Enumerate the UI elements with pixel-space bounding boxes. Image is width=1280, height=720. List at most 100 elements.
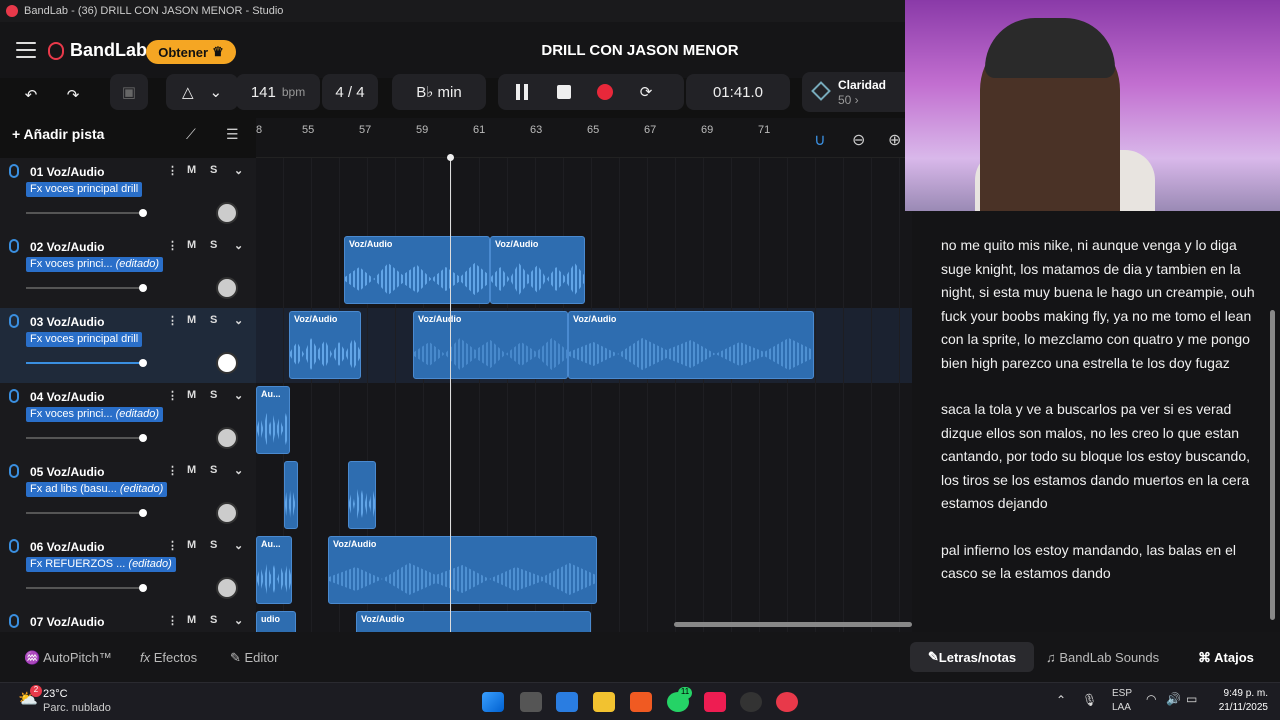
audio-clip[interactable]: Voz/Audio xyxy=(344,236,490,304)
efectos-button[interactable]: fx Efectos xyxy=(140,650,197,665)
fx-chip[interactable]: Fx voces principal drill xyxy=(26,332,143,347)
file-explorer-icon[interactable] xyxy=(593,692,615,712)
obtener-button[interactable]: Obtener ♛ xyxy=(146,40,236,64)
bandlab-taskbar-icon[interactable] xyxy=(776,692,798,712)
audio-clip[interactable]: Au... xyxy=(256,386,290,454)
playhead[interactable] xyxy=(447,154,454,632)
track-header[interactable]: 07 Voz/Audio ⋮ M S ⌄ xyxy=(0,608,256,632)
track-name[interactable]: 07 Voz/Audio xyxy=(30,615,104,629)
pan-knob[interactable] xyxy=(216,352,238,374)
audio-clip[interactable]: Voz/Audio xyxy=(356,611,591,632)
chevron-down-icon[interactable]: ⌄ xyxy=(234,539,243,552)
volume-slider[interactable] xyxy=(26,284,147,292)
keyboard-layout[interactable]: LAA xyxy=(1112,702,1131,713)
fx-chip[interactable]: Fx voces principal drill xyxy=(26,182,143,197)
redo-icon[interactable]: ↷ xyxy=(54,77,92,113)
editor-button[interactable]: ✎ Editor xyxy=(230,650,278,666)
volume-slider[interactable] xyxy=(26,359,147,367)
mute-button[interactable]: M xyxy=(187,239,196,251)
chevron-down-icon[interactable]: ⌄ xyxy=(234,314,243,327)
fx-chip[interactable]: Fx ad libs (basu... (editado) xyxy=(26,482,168,497)
loop-button[interactable]: ⟳ xyxy=(630,74,662,110)
track-lane[interactable] xyxy=(256,458,912,533)
magnet-icon[interactable]: ∪ xyxy=(814,130,826,150)
record-button[interactable] xyxy=(589,74,621,110)
more-icon[interactable]: ⋮ xyxy=(167,389,178,402)
mute-button[interactable]: M xyxy=(187,539,196,551)
mic-tray-icon[interactable]: 🎙 xyxy=(1082,693,1097,707)
menu-icon[interactable] xyxy=(16,42,36,58)
chatgpt-icon[interactable] xyxy=(740,692,762,712)
track-name[interactable]: 03 Voz/Audio xyxy=(30,315,104,329)
atajos-button[interactable]: ⌘ Atajos xyxy=(1198,650,1254,666)
chevron-down-icon[interactable]: ⌄ xyxy=(234,164,243,177)
audio-clip[interactable]: Voz/Audio xyxy=(328,536,597,604)
fx-chip[interactable]: Fx voces princi... (editado) xyxy=(26,257,164,272)
key-selector[interactable]: B♭ min xyxy=(392,74,486,110)
letras-notas-tab[interactable]: ✎ Letras/notas xyxy=(910,642,1034,672)
windows-start-icon[interactable] xyxy=(482,692,504,712)
solo-button[interactable]: S xyxy=(210,314,217,326)
lyrics-paragraph[interactable]: no me quito mis nike, ni aunque venga y … xyxy=(941,234,1262,375)
more-icon[interactable]: ⋮ xyxy=(167,164,178,177)
track-row[interactable]: 02 Voz/Audio ⋮ M S ⌄ Fx voces princi... … xyxy=(0,233,912,308)
track-lane[interactable]: udio Voz/Audio xyxy=(256,608,912,632)
track-name[interactable]: 04 Voz/Audio xyxy=(30,390,104,404)
track-row[interactable]: 06 Voz/Audio ⋮ M S ⌄ Fx REFUERZOS ... (e… xyxy=(0,533,912,608)
add-track-button[interactable]: + Añadir pista xyxy=(12,126,104,142)
pan-knob[interactable] xyxy=(216,202,238,224)
chevron-down-icon[interactable]: ⌄ xyxy=(234,614,243,627)
clock-time[interactable]: 9:49 p. m. xyxy=(1214,688,1268,699)
timeline-ruler[interactable]: 8 55 57 59 61 63 65 67 69 71 ∪ ⊖ ⊕ xyxy=(256,118,912,158)
track-name[interactable]: 02 Voz/Audio xyxy=(30,240,104,254)
audio-clip[interactable]: udio xyxy=(256,611,296,632)
audio-clip[interactable]: Voz/Audio xyxy=(568,311,814,379)
fx-chip[interactable]: Fx REFUERZOS ... (editado) xyxy=(26,557,176,572)
zoom-in-icon[interactable]: ⊕ xyxy=(888,130,901,150)
chevron-down-icon[interactable]: ⌄ xyxy=(234,389,243,402)
volume-slider[interactable] xyxy=(26,209,147,217)
stop-button[interactable] xyxy=(548,74,580,110)
track-row[interactable]: 04 Voz/Audio ⋮ M S ⌄ Fx voces princi... … xyxy=(0,383,912,458)
audio-clip[interactable]: Voz/Audio xyxy=(490,236,585,304)
pause-button[interactable] xyxy=(506,74,538,110)
solo-button[interactable]: S xyxy=(210,539,217,551)
track-header[interactable]: 05 Voz/Audio ⋮ M S ⌄ Fx ad libs (basu...… xyxy=(0,458,256,533)
chevron-down-icon[interactable]: ⌄ xyxy=(234,239,243,252)
track-name[interactable]: 06 Voz/Audio xyxy=(30,540,104,554)
autopitch-button[interactable]: ♒ AutoPitch™ xyxy=(24,650,112,666)
pan-knob[interactable] xyxy=(216,502,238,524)
more-icon[interactable]: ⋮ xyxy=(167,539,178,552)
volume-slider[interactable] xyxy=(26,434,147,442)
track-row[interactable]: 05 Voz/Audio ⋮ M S ⌄ Fx ad libs (basu...… xyxy=(0,458,912,533)
mixer-icon[interactable]: ☰ xyxy=(226,126,239,143)
track-header[interactable]: 03 Voz/Audio ⋮ M S ⌄ Fx voces principal … xyxy=(0,308,256,383)
mute-button[interactable]: M xyxy=(187,314,196,326)
lyrics-paragraph[interactable]: saca la tola y ve a buscarlos pa ver si … xyxy=(941,398,1262,516)
chevron-down-icon[interactable]: ⌄ xyxy=(234,464,243,477)
track-lane[interactable]: Voz/Audio Voz/Audio xyxy=(256,233,912,308)
fx-chip[interactable]: Fx voces princi... (editado) xyxy=(26,407,164,422)
zoom-out-icon[interactable]: ⊖ xyxy=(852,130,865,150)
bpm-field[interactable]: 141 bpm xyxy=(236,74,320,110)
audio-clip[interactable]: Voz/Audio xyxy=(413,311,568,379)
track-name[interactable]: 05 Voz/Audio xyxy=(30,465,104,479)
undo-icon[interactable]: ↶ xyxy=(12,77,50,113)
mute-button[interactable]: M xyxy=(187,614,196,626)
mute-button[interactable]: M xyxy=(187,464,196,476)
track-lane[interactable] xyxy=(256,158,912,233)
solo-button[interactable]: S xyxy=(210,164,217,176)
track-lane[interactable]: Voz/Audio Voz/Audio Voz/Audio xyxy=(256,308,912,383)
lyrics-scrollbar[interactable] xyxy=(1270,310,1275,620)
track-lane[interactable]: Au... Voz/Audio xyxy=(256,533,912,608)
tiktok-icon[interactable] xyxy=(704,692,726,712)
track-row[interactable]: 01 Voz/Audio ⋮ M S ⌄ Fx voces principal … xyxy=(0,158,912,233)
track-header[interactable]: 04 Voz/Audio ⋮ M S ⌄ Fx voces princi... … xyxy=(0,383,256,458)
solo-button[interactable]: S xyxy=(210,464,217,476)
save-icon[interactable]: ▣ xyxy=(110,74,148,110)
track-header[interactable]: 02 Voz/Audio ⋮ M S ⌄ Fx voces princi... … xyxy=(0,233,256,308)
track-row[interactable]: 07 Voz/Audio ⋮ M S ⌄ udio Voz/Audio xyxy=(0,608,912,632)
mute-button[interactable]: M xyxy=(187,389,196,401)
horizontal-scrollbar[interactable] xyxy=(674,622,912,627)
track-lane[interactable]: Au... xyxy=(256,383,912,458)
